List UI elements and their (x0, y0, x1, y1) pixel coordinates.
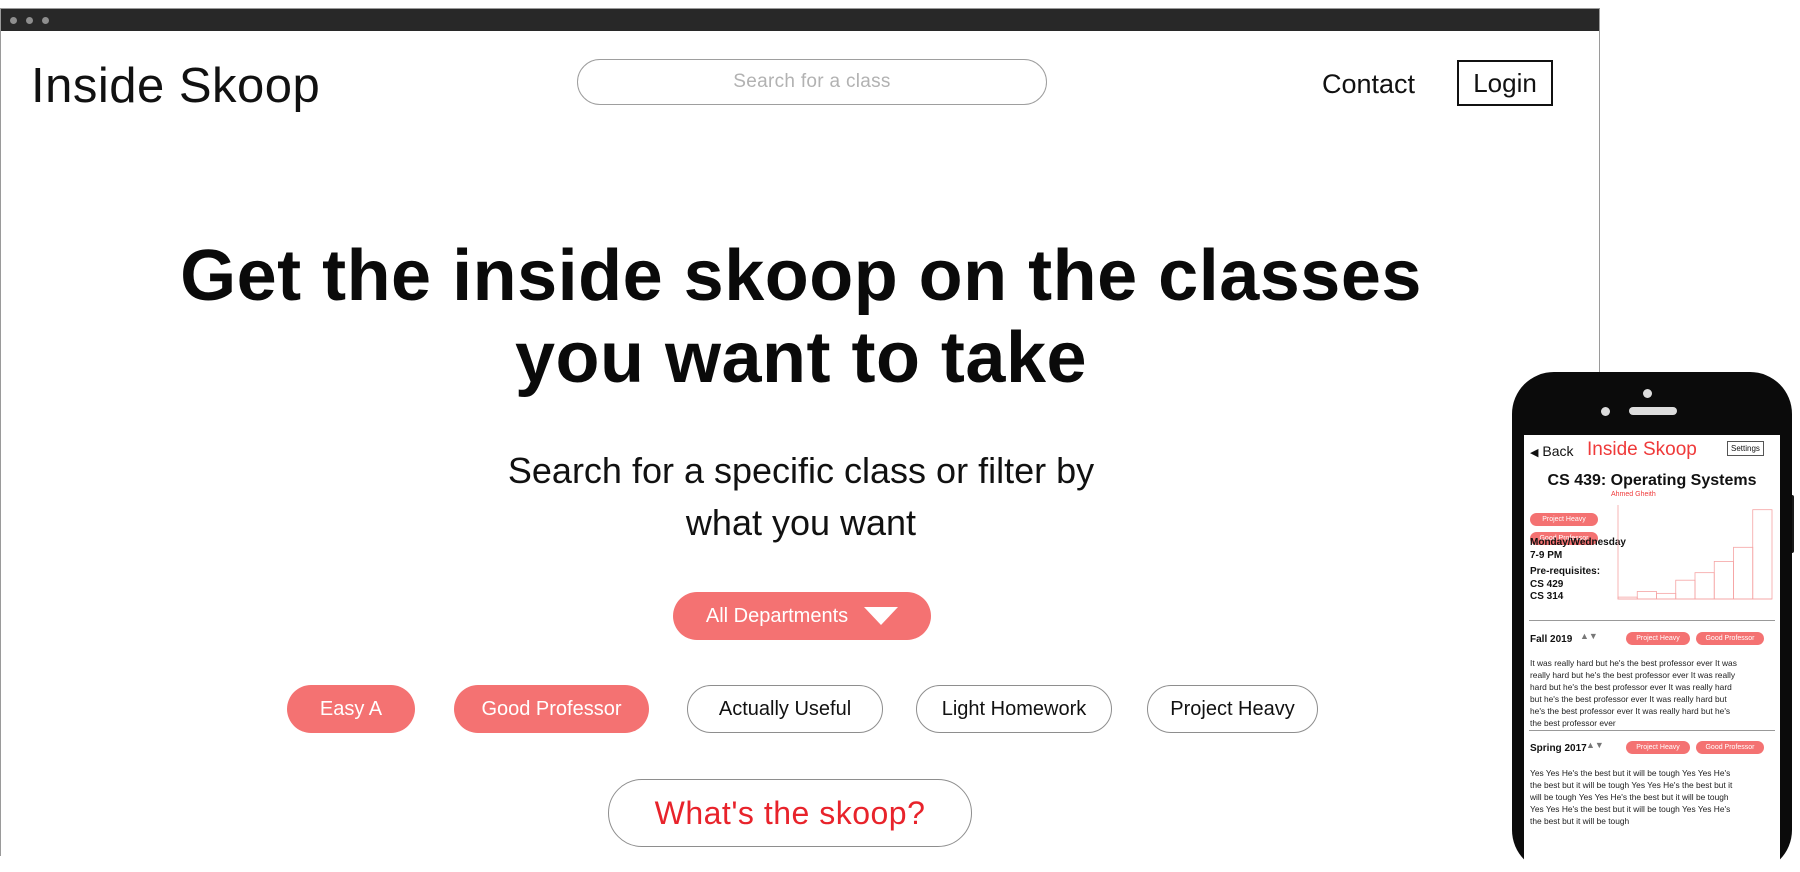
hero-heading: Get the inside skoop on the classes you … (141, 235, 1461, 399)
review-semester: Fall 2019 (1530, 634, 1573, 645)
chart-bar (1636, 591, 1657, 600)
search-placeholder: Search for a class (733, 71, 891, 92)
review-text: It was really hard but he's the best pro… (1530, 658, 1737, 728)
vote-arrows-icon[interactable]: ▲▼ (1580, 631, 1598, 641)
login-button[interactable]: Login (1457, 60, 1553, 106)
hero-subheading-line-1: Search for a specific class or filter by (507, 450, 1095, 491)
back-label: Back (1542, 443, 1574, 459)
phone-speaker (1629, 407, 1677, 415)
site-logo[interactable]: Inside Skoop (31, 58, 320, 114)
phone-screen: ◀ Back Inside Skoop Settings CS 439: Ope… (1524, 435, 1780, 872)
hero-heading-line-2: you want to take (514, 318, 1088, 398)
filter-chip-actually-useful[interactable]: Actually Useful (687, 685, 883, 733)
chart-bar (1617, 596, 1638, 600)
phone-header: ◀ Back Inside Skoop Settings (1524, 435, 1780, 461)
window-close-dot[interactable] (10, 17, 17, 24)
department-dropdown[interactable]: All Departments (673, 592, 931, 640)
review-semester: Spring 2017 (1530, 743, 1587, 754)
chart-bar (1713, 561, 1734, 600)
chart-bar (1675, 579, 1696, 600)
phone-app-title: Inside Skoop (1587, 439, 1697, 460)
filter-chip-good-professor[interactable]: Good Professor (454, 685, 649, 733)
filter-chip-project-heavy[interactable]: Project Heavy (1147, 685, 1318, 733)
filter-chip-easy-a[interactable]: Easy A (287, 685, 415, 733)
search-input[interactable]: Search for a class (577, 59, 1047, 105)
chart-bar (1656, 592, 1677, 600)
course-title: CS 439: Operating Systems (1547, 472, 1757, 489)
review-tag: Project Heavy (1626, 741, 1690, 754)
chevron-left-icon: ◀ (1530, 447, 1539, 459)
contact-link[interactable]: Contact (1322, 69, 1415, 100)
window-titlebar (1, 9, 1599, 31)
window-maximize-dot[interactable] (42, 17, 49, 24)
hero-subheading-line-2: what you want (685, 502, 917, 543)
browser-window: Inside Skoop Search for a class Contact … (0, 8, 1600, 856)
divider (1529, 730, 1775, 731)
hero-subheading: Search for a specific class or filter by… (421, 445, 1181, 549)
window-minimize-dot[interactable] (26, 17, 33, 24)
review-tag: Good Professor (1696, 632, 1764, 645)
whats-the-skoop-button[interactable]: What's the skoop? (608, 779, 972, 847)
settings-button[interactable]: Settings (1727, 441, 1764, 456)
review-text: Yes Yes He's the best but it will be tou… (1530, 768, 1733, 826)
caret-down-icon (864, 607, 899, 625)
grade-distribution-chart (1617, 505, 1773, 600)
filter-chip-light-homework[interactable]: Light Homework (916, 685, 1112, 733)
chart-bar (1694, 572, 1715, 600)
phone-sensor (1601, 407, 1610, 416)
professor-name[interactable]: Ahmed Gheith (1611, 491, 1656, 498)
hero-heading-line-1: Get the inside skoop on the classes (180, 236, 1422, 316)
chart-bar (1752, 509, 1773, 600)
review-tag: Project Heavy (1626, 632, 1690, 645)
course-tag: Project Heavy (1530, 513, 1598, 526)
vote-arrows-icon[interactable]: ▲▼ (1586, 740, 1604, 750)
chart-bar (1733, 546, 1754, 600)
phone-mockup: ◀ Back Inside Skoop Settings CS 439: Ope… (1512, 372, 1792, 872)
back-button[interactable]: ◀ Back (1530, 443, 1573, 459)
phone-camera (1643, 389, 1652, 398)
department-label: All Departments (705, 604, 849, 627)
divider (1529, 620, 1775, 621)
review-tag: Good Professor (1696, 741, 1764, 754)
